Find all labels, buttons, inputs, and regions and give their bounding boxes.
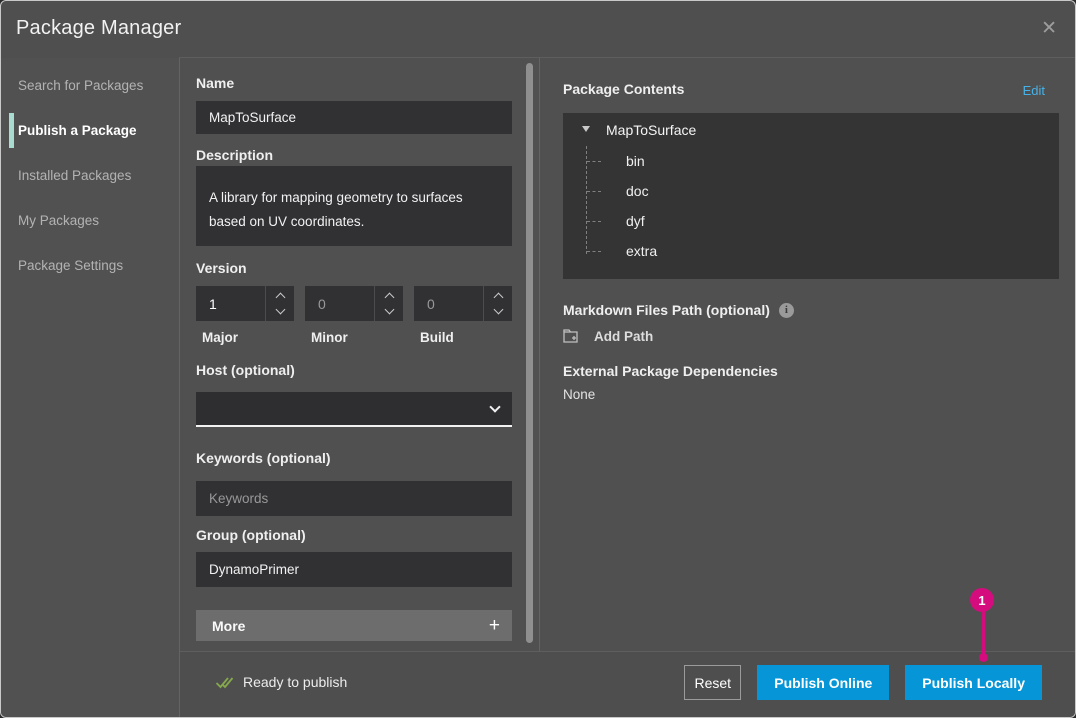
group-label: Group (optional) — [196, 527, 306, 543]
chevron-up-icon[interactable] — [275, 293, 285, 303]
group-input[interactable] — [196, 552, 512, 587]
dialog-title: Package Manager — [16, 17, 181, 40]
chevron-down-icon — [489, 401, 500, 412]
scrollbar-thumb[interactable] — [526, 63, 533, 643]
name-label: Name — [196, 75, 234, 91]
annotation-step-badge: 1 — [970, 588, 994, 612]
footer-buttons: Reset Publish Online Publish Locally — [684, 665, 1042, 700]
version-minor-stepper[interactable]: 0 — [305, 286, 403, 321]
publish-online-button[interactable]: Publish Online — [757, 665, 889, 700]
sidebar-item-label: Package Settings — [18, 258, 123, 273]
chevron-up-icon[interactable] — [493, 293, 503, 303]
plus-icon: + — [489, 615, 500, 637]
tree-root-label: MapToSurface — [606, 122, 696, 138]
version-major-value[interactable]: 1 — [196, 286, 265, 321]
annotation-pointer-dot — [979, 653, 988, 662]
tree-item-label: doc — [626, 183, 649, 199]
add-folder-icon — [563, 328, 582, 344]
chevron-down-icon[interactable] — [275, 305, 285, 315]
tree-branch-line — [587, 161, 601, 162]
tree-item-label: extra — [626, 243, 657, 259]
reset-button[interactable]: Reset — [684, 665, 741, 700]
publish-status: Ready to publish — [215, 674, 347, 690]
publish-form-panel: Name Description A library for mapping g… — [180, 58, 539, 651]
tree-item-label: bin — [626, 153, 645, 169]
version-build-value[interactable]: 0 — [414, 286, 483, 321]
keywords-label: Keywords (optional) — [196, 450, 331, 466]
chevron-down-icon[interactable] — [384, 305, 394, 315]
tree-expander-icon[interactable] — [582, 126, 590, 132]
markdown-path-row: Markdown Files Path (optional) i — [563, 302, 794, 318]
description-input[interactable]: A library for mapping geometry to surfac… — [196, 166, 512, 246]
sidebar-item-label: Publish a Package — [18, 123, 137, 138]
tree-item-dyf[interactable]: dyf — [563, 206, 1059, 236]
package-contents-tree: MapToSurface bin doc dyf extra — [563, 113, 1059, 279]
status-text: Ready to publish — [243, 674, 347, 690]
version-minor-arrows[interactable] — [374, 286, 403, 321]
package-contents-header: Package Contents — [563, 81, 684, 97]
titlebar: Package Manager ✕ — [1, 1, 1075, 58]
sidebar: Search for Packages Publish a Package In… — [1, 58, 179, 717]
check-check-icon — [215, 675, 234, 690]
chevron-up-icon[interactable] — [384, 293, 394, 303]
minor-label: Minor — [311, 330, 348, 345]
footer-bar: Ready to publish Reset Publish Online Pu… — [180, 651, 1075, 717]
sidebar-item-label: My Packages — [18, 213, 99, 228]
sidebar-item-my-packages[interactable]: My Packages — [1, 198, 179, 243]
package-manager-dialog: Package Manager ✕ Search for Packages Pu… — [0, 0, 1076, 718]
sidebar-item-search-for-packages[interactable]: Search for Packages — [1, 63, 179, 108]
major-label: Major — [202, 330, 238, 345]
tree-item-bin[interactable]: bin — [563, 146, 1059, 176]
close-icon[interactable]: ✕ — [1041, 19, 1057, 38]
sidebar-item-label: Installed Packages — [18, 168, 131, 183]
tree-branch-line — [587, 221, 601, 222]
markdown-path-label: Markdown Files Path (optional) — [563, 302, 770, 318]
dependencies-label: External Package Dependencies — [563, 363, 778, 379]
version-build-arrows[interactable] — [483, 286, 512, 321]
more-button[interactable]: More + — [196, 610, 512, 641]
keywords-input[interactable] — [196, 481, 512, 516]
sidebar-item-package-settings[interactable]: Package Settings — [1, 243, 179, 288]
info-icon[interactable]: i — [779, 303, 794, 318]
add-path-label: Add Path — [594, 329, 653, 344]
description-label: Description — [196, 147, 273, 163]
tree-item-doc[interactable]: doc — [563, 176, 1059, 206]
edit-link[interactable]: Edit — [1023, 83, 1045, 98]
sidebar-item-publish-a-package[interactable]: Publish a Package — [1, 108, 179, 153]
sidebar-item-label: Search for Packages — [18, 78, 143, 93]
more-button-label: More — [212, 618, 245, 634]
publish-locally-button[interactable]: Publish Locally — [905, 665, 1042, 700]
form-scrollbar[interactable] — [525, 61, 534, 645]
version-label: Version — [196, 260, 247, 276]
tree-root-maptosurface[interactable]: MapToSurface — [563, 113, 1059, 146]
tree-branch-line — [587, 251, 601, 252]
tree-item-extra[interactable]: extra — [563, 236, 1059, 266]
annotation-pointer-line — [982, 609, 985, 657]
host-select[interactable] — [196, 392, 512, 427]
tree-item-label: dyf — [626, 213, 645, 229]
add-path-button[interactable]: Add Path — [563, 328, 653, 344]
host-label: Host (optional) — [196, 362, 295, 378]
sidebar-item-installed-packages[interactable]: Installed Packages — [1, 153, 179, 198]
chevron-down-icon[interactable] — [493, 305, 503, 315]
version-minor-value[interactable]: 0 — [305, 286, 374, 321]
dependencies-value: None — [563, 387, 595, 402]
version-major-stepper[interactable]: 1 — [196, 286, 294, 321]
package-contents-panel: Package Contents Edit MapToSurface bin d… — [540, 58, 1075, 651]
tree-branch-line — [587, 191, 601, 192]
name-input[interactable] — [196, 101, 512, 134]
version-build-stepper[interactable]: 0 — [414, 286, 512, 321]
version-major-arrows[interactable] — [265, 286, 294, 321]
build-label: Build — [420, 330, 454, 345]
active-item-indicator — [9, 113, 14, 148]
